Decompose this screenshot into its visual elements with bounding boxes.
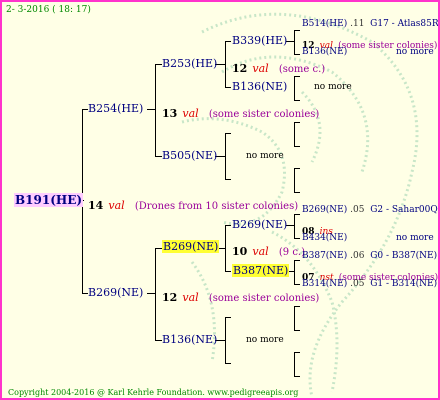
b269ne-hl-link[interactable]: B269(NE) (162, 240, 220, 253)
b254-link[interactable]: B254(HE) (88, 102, 143, 115)
b314-link[interactable]: B314(NE) (302, 279, 347, 289)
b339-note: (some c.) (278, 64, 326, 75)
b269ne-inner-count: 10 (232, 245, 248, 258)
b387-link[interactable]: B387(NE) (232, 264, 290, 277)
root-info: 14 val (Drones from 10 sister colonies) (88, 194, 298, 213)
b514-code: .11 (350, 19, 365, 29)
b269q-code: .05 (350, 205, 365, 215)
b339-val: val (252, 62, 269, 75)
b254-count: 13 (162, 107, 178, 120)
b269ne-count: 12 (162, 291, 178, 304)
b269ne-link[interactable]: B269(NE) (88, 286, 143, 299)
b505-link[interactable]: B505(NE) (162, 149, 217, 162)
b269q-link[interactable]: B269(NE) (302, 205, 347, 215)
pedigree-frame: 2- 3-2016 ( 18: 17) B191(HE) 14 val (Dro… (0, 0, 440, 400)
b314-detail[interactable]: G1 - B314(NE) (370, 279, 437, 289)
b269ne-inner-info: 10 val (9 c.) (232, 240, 305, 259)
b269q-detail[interactable]: G2 - Sahar00Q (370, 205, 438, 215)
b434-nomore: no more (396, 233, 434, 243)
b254-info: 13 val (some sister colonies) (162, 102, 319, 121)
b136b-nomore: no more (314, 82, 352, 92)
b269ne-note: (some sister colonies) (208, 293, 320, 304)
b136c-nomore: no more (246, 335, 284, 345)
root-val: val (108, 199, 125, 212)
b514-link[interactable]: B514(HE) (302, 19, 347, 29)
b136a-nomore: no more (396, 47, 434, 57)
b339-count: 12 (232, 62, 248, 75)
b269q-row: B269(NE) .05 G2 - Sahar00Q (302, 205, 438, 215)
b339-link[interactable]: B339(HE) (232, 34, 287, 47)
b387r-detail[interactable]: G0 - B387(NE) (370, 251, 437, 261)
b136b-link[interactable]: B136(NE) (232, 80, 287, 93)
b339-info: 12 val (some c.) (232, 57, 325, 76)
b254-val: val (182, 107, 199, 120)
b505-nomore: no more (246, 151, 284, 161)
b253-link[interactable]: B253(HE) (162, 57, 217, 70)
b136a-link[interactable]: B136(NE) (302, 47, 347, 57)
b314-row: B314(NE) .05 G1 - B314(NE) (302, 279, 437, 289)
root-note: (Drones from 10 sister colonies) (134, 201, 299, 212)
b514-row: B514(HE) .11 G17 - Atlas85R (302, 19, 438, 29)
b387r-row: B387(NE) .06 G0 - B387(NE) (302, 251, 437, 261)
b434-link[interactable]: B434(NE) (302, 233, 347, 243)
b314-code: .05 (350, 279, 365, 289)
root-count: 14 (88, 199, 104, 212)
b269ne-val: val (182, 291, 199, 304)
b269ne-inner-link[interactable]: B269(NE) (232, 218, 287, 231)
date-header: 2- 3-2016 ( 18: 17) (6, 5, 91, 15)
b514-detail[interactable]: G17 - Atlas85R (370, 19, 438, 29)
b387r-link[interactable]: B387(NE) (302, 251, 347, 261)
b387r-code: .06 (350, 251, 365, 261)
b269ne-info: 12 val (some sister colonies) (162, 286, 319, 305)
copyright-footer: Copyright 2004-2016 @ Karl Kehrle Founda… (8, 388, 299, 397)
root-queen-link[interactable]: B191(HE) (14, 193, 84, 207)
b254-note: (some sister colonies) (208, 109, 320, 120)
b269ne-inner-val: val (252, 245, 269, 258)
b136c-link[interactable]: B136(NE) (162, 333, 217, 346)
